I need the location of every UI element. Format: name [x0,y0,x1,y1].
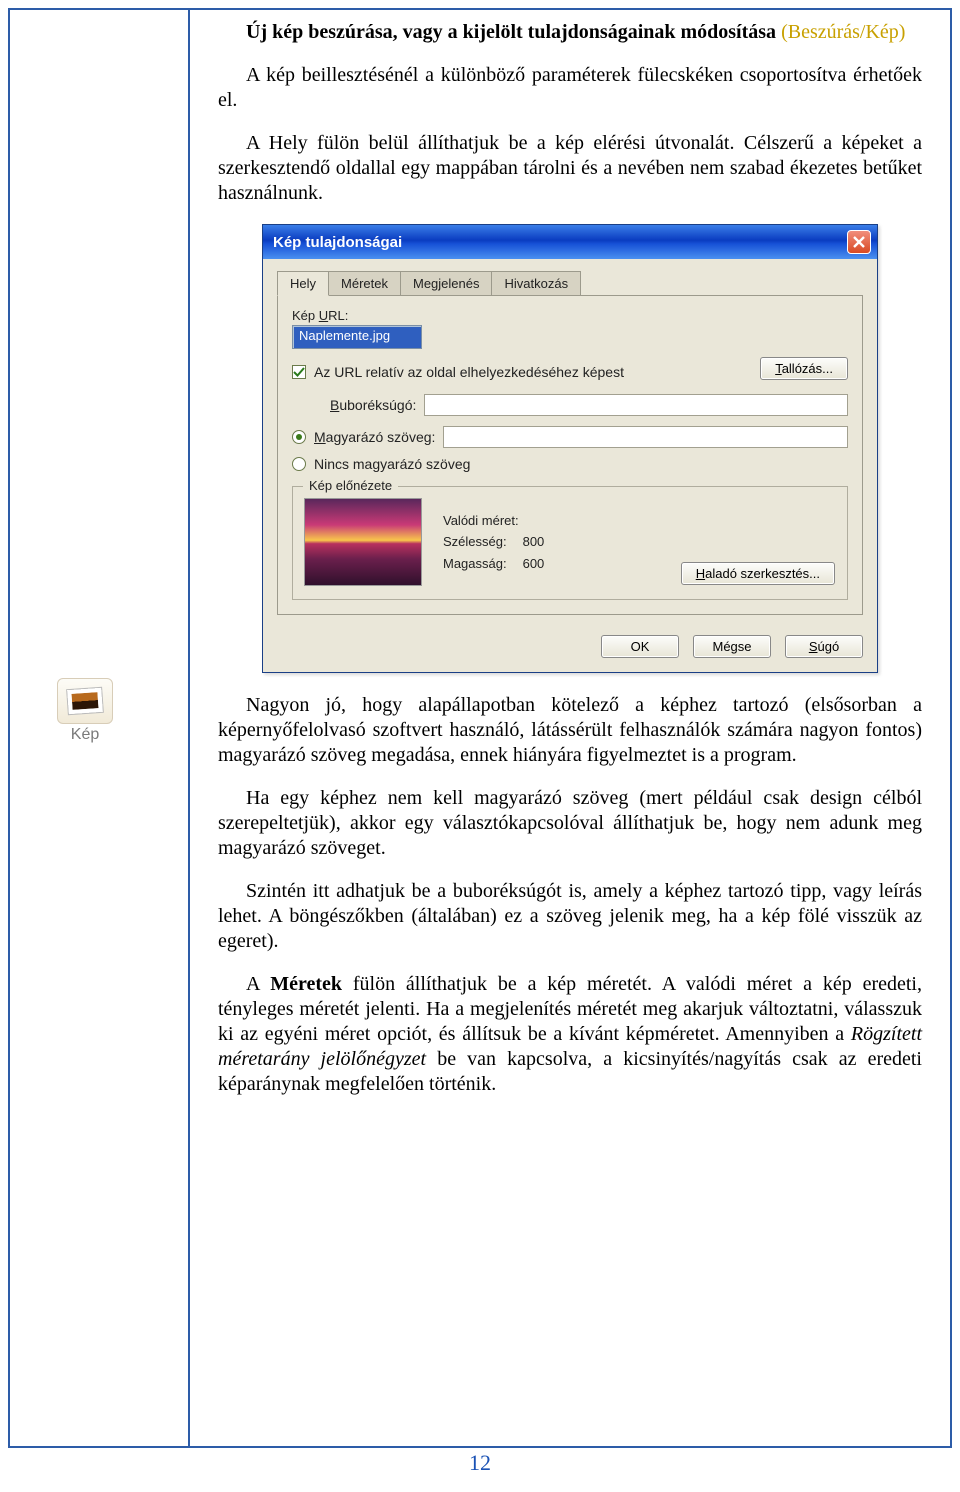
heading-bold: Új kép beszúrása, vagy a kijelölt tulajd… [246,21,776,43]
tab-link[interactable]: Hivatkozás [492,271,581,296]
paragraph-3: Nagyon jó, hogy alapállapotban kötelező … [218,693,922,768]
photo-icon [67,688,103,714]
page-number: 12 [10,1450,950,1476]
help-button[interactable]: Súgó [785,635,863,658]
relative-checkbox[interactable] [292,365,306,379]
tab-panel-location: Kép URL: Naplemente.jpg Az URL relatív a… [277,295,863,615]
relative-label: Az URL relatív az oldal elhelyezkedéséhe… [314,364,624,380]
alt-text-label: Magyarázó szöveg: [314,429,435,445]
close-button[interactable] [847,230,871,254]
image-properties-dialog: Kép tulajdonságai Hely Méretek Megjelené… [262,224,878,673]
preview-legend: Kép előnézete [303,478,398,493]
advanced-edit-button[interactable]: Haladó szerkesztés... [681,562,835,585]
dialog-title: Kép tulajdonságai [273,234,402,251]
tab-strip: Hely Méretek Megjelenés Hivatkozás [277,271,863,296]
height-value: 600 [523,554,545,574]
no-alt-radio[interactable] [292,457,306,471]
no-alt-label: Nincs magyarázó szöveg [314,456,470,472]
height-label: Magasság: [443,554,521,574]
preview-group: Kép előnézete Valódi méret: Szélesség: 8… [292,486,848,600]
dialog-footer: OK Mégse Súgó [263,625,877,672]
paragraph-1: A kép beillesztésénél a különböző paramé… [218,63,922,113]
url-label: Kép URL: [292,308,848,323]
alt-text-input[interactable] [443,426,848,448]
realsize-label: Valódi méret: [443,511,544,531]
tooltip-label: Buboréksúgó: [330,397,416,413]
ok-button[interactable]: OK [601,635,679,658]
width-label: Szélesség: [443,532,521,552]
image-tool-button[interactable] [57,678,113,724]
check-icon [293,366,305,378]
image-tool-label: Kép [46,726,124,744]
width-value: 800 [523,532,545,552]
alt-text-radio[interactable] [292,430,306,444]
heading-block: Új kép beszúrása, vagy a kijelölt tulajd… [218,20,922,45]
tab-location[interactable]: Hely [277,271,329,296]
paragraph-6: A Méretek fülön állíthatjuk be a kép mér… [218,972,922,1097]
preview-thumbnail [305,499,421,585]
url-input[interactable]: Naplemente.jpg [292,325,422,349]
browse-button[interactable]: Tallózás... [760,357,848,380]
cancel-button[interactable]: Mégse [693,635,771,658]
tab-appearance[interactable]: Megjelenés [401,271,493,296]
dimensions-table: Valódi méret: Szélesség: 800 Magasság: 6… [441,509,546,576]
paragraph-2: A Hely fülön belül állíthatjuk be a kép … [218,131,922,206]
dialog-titlebar: Kép tulajdonságai [263,225,877,259]
paragraph-4: Ha egy képhez nem kell magyarázó szöveg … [218,786,922,861]
paragraph-5: Szintén itt adhatjuk be a buboréksúgót i… [218,879,922,954]
image-tool-widget: Kép [46,678,124,744]
heading-subtitle: (Beszúrás/Kép) [781,21,905,43]
close-icon [852,235,866,249]
tab-dimensions[interactable]: Méretek [329,271,401,296]
tooltip-input[interactable] [424,394,848,416]
